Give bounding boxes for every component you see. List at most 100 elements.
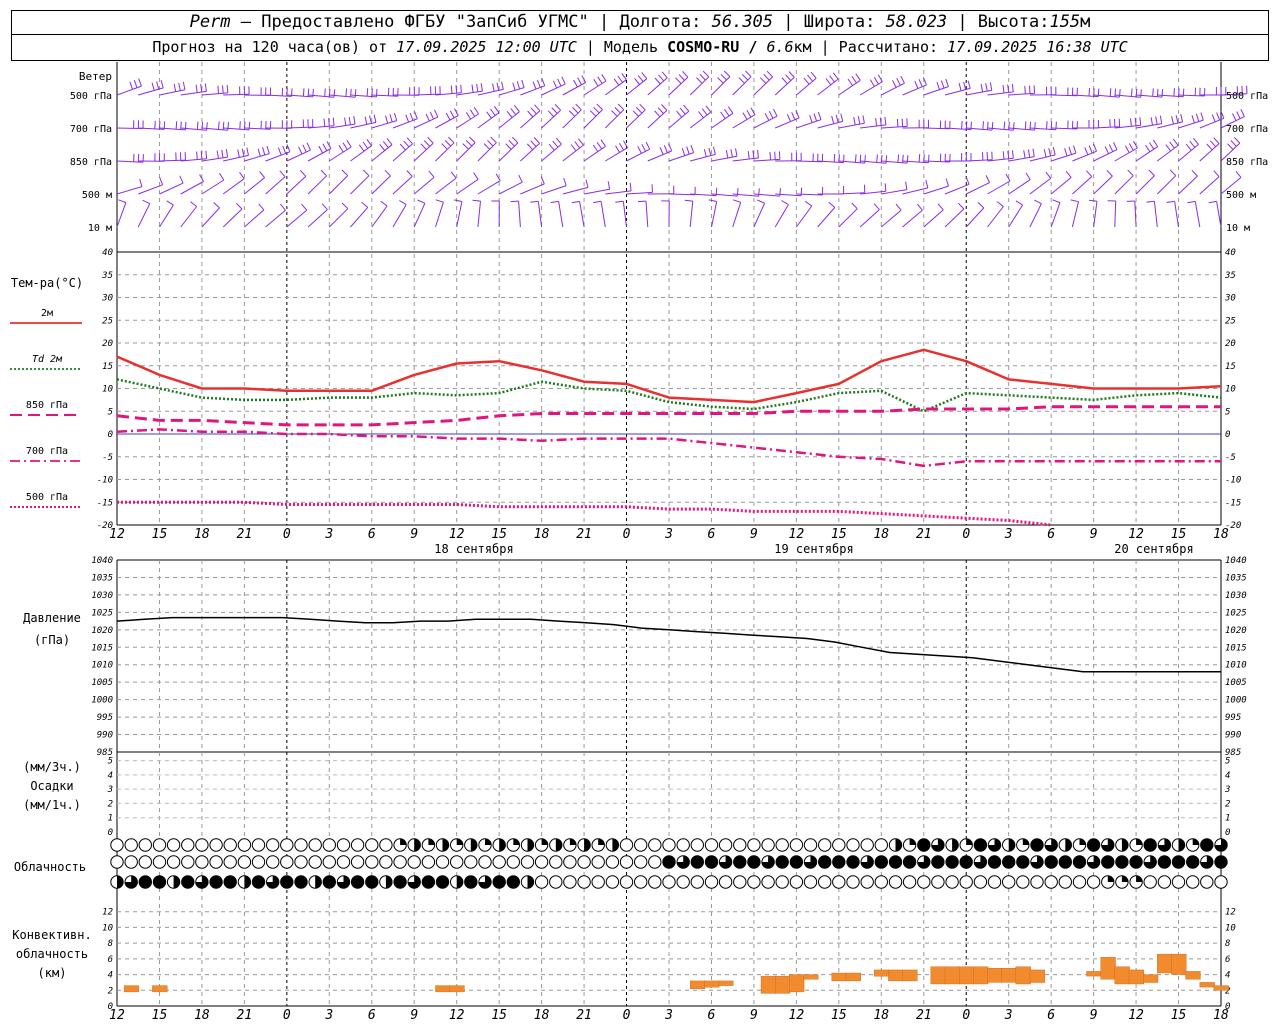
wind-feather-1-4.5-2: [196, 121, 199, 130]
cloud-circle-2-42: [704, 875, 719, 889]
wind-barb-4-57: [923, 209, 944, 228]
cloud-circle-1-15: [322, 855, 336, 869]
wind-barb-2-69: [1093, 149, 1118, 162]
cloud-fill-2-17: [351, 875, 364, 889]
wind-feather-0-51-0: [855, 73, 861, 81]
cloud-circle-0-52: [846, 838, 860, 852]
precip-ytick-r-1: 1: [1225, 814, 1230, 824]
wind-barb-3-63: [1008, 179, 1031, 195]
wind-feather-4-3-0: [166, 200, 174, 206]
wind-feather-3-66-0: [1065, 170, 1072, 178]
wind-barb-3-70.5: [1114, 175, 1134, 195]
wind-feather-4-36-0: [615, 200, 624, 203]
wind-barb-1-45: [753, 115, 778, 129]
cloud-fill-2-28: [507, 875, 520, 889]
meteogram: 1212151518182121003366991212151518182121…: [10, 62, 1268, 1023]
time-label-7-1: 9: [410, 1008, 418, 1023]
temp-ytick-r-40: 40: [1225, 248, 1236, 258]
cloud-circle-0-49: [803, 838, 818, 852]
wind-feather-3-16.5-0: [362, 169, 370, 177]
temp-ytick-r-10: 10: [1225, 385, 1236, 395]
cloud-circle-1-32: [563, 855, 577, 869]
cloud-circle-1-37: [634, 855, 648, 869]
cloud-circle-2-39: [662, 875, 676, 889]
wind-feather-2-18-1: [382, 141, 389, 148]
conv-bar-30: [1171, 953, 1187, 975]
wind-feather-1-31.5-2: [568, 110, 576, 117]
press-ytick-l-1020: 1020: [91, 626, 113, 636]
conv-ytick-l-2: 2: [108, 986, 113, 996]
wind-feather-3-30-0: [563, 177, 567, 186]
time-label-19-0: 21: [916, 527, 932, 542]
wind-feather-0-22.5-1: [455, 85, 458, 94]
wind-feather-1-51-0: [862, 115, 865, 124]
cloud-circle-1-26: [478, 855, 492, 869]
wind-feather-2-16.5-0: [366, 139, 373, 146]
press-ytick-r-1010: 1010: [1225, 661, 1247, 671]
cloud-circle-2-36: [619, 875, 634, 889]
time-label-4-0: 0: [283, 527, 291, 542]
conv-ytick-l-0: 0: [108, 1002, 113, 1012]
cloud-fill-2-0: [117, 875, 124, 889]
temp-ytick-r--15: -15: [1225, 498, 1241, 508]
wind-barb-3-30: [541, 185, 567, 195]
wind-barb-1-33: [583, 109, 603, 129]
date-label-1: 19 сентября: [774, 542, 853, 556]
wind-barb-1-31.5: [562, 109, 582, 129]
wind-feather-2-69-1: [1108, 144, 1114, 152]
wind-feather-0-22.5-0: [460, 84, 462, 93]
wind-feather-2-30-0: [555, 137, 562, 145]
temp-ytick-r-5: 5: [1225, 407, 1230, 417]
cloud-fill-1-48: [790, 855, 803, 869]
wind-feather-1-4.5-0: [206, 122, 208, 131]
cloud-fill-0-77: [1200, 838, 1214, 852]
wind-feather-0-37.5-1: [658, 74, 665, 82]
wind-feather-3-63-0: [1025, 172, 1031, 180]
wind-barb-4-6: [201, 207, 220, 228]
cloud-fill-2-29: [527, 875, 534, 889]
cloud-circle-0-11: [266, 838, 280, 852]
wind-feather-3-19.5-0: [406, 170, 413, 177]
wind-feather-2-75-0: [1193, 137, 1199, 145]
cloud-circle-1-17: [350, 855, 365, 869]
cloud-fill-2-25: [464, 875, 477, 889]
wind-feather-1-16.5-1: [369, 115, 372, 124]
wind-feather-3-72-0: [1148, 169, 1155, 176]
wind-feather-2-21-0: [427, 137, 434, 144]
cloud-fill-0-76: [1192, 838, 1199, 845]
wind-feather-2-7.5-2: [237, 149, 240, 158]
wind-feather-2-45-0: [778, 151, 781, 160]
cloud-circle-2-30: [534, 875, 549, 889]
cloud-circle-2-33: [577, 875, 591, 889]
wind-feather-0-34.5-0: [621, 73, 627, 80]
wind-feather-2-37.5-1: [663, 145, 668, 153]
wind-feather-0-48-1: [807, 74, 813, 82]
wind-feather-4-7.5-0: [236, 202, 243, 210]
wind-feather-0-43.5-0: [745, 70, 752, 78]
cloud-circle-2-32: [563, 875, 577, 889]
wind-feather-1-72-2: [1150, 117, 1153, 126]
wind-barb-3-76.5: [1199, 176, 1220, 195]
cloud-circle-2-41: [690, 875, 704, 889]
wind-feather-1-49.5-1: [835, 114, 839, 123]
wind-feather-1-45-0: [773, 108, 778, 117]
cloud-fill-0-29: [527, 838, 534, 852]
cloud-fill-1-44: [733, 855, 746, 869]
cloud-circle-0-14: [308, 838, 322, 852]
wind-feather-3-52.5-0: [884, 183, 887, 192]
wind-barb-3-4.5: [180, 181, 204, 195]
wind-feather-1-33-1: [593, 106, 600, 114]
temp-ytick-l-25: 25: [102, 316, 113, 326]
wind-feather-0-27-0: [521, 79, 525, 88]
time-label-1-1: 15: [152, 1008, 168, 1023]
wind-barb-2-24: [456, 142, 476, 162]
wind-feather-2-39-1: [686, 146, 690, 155]
cloud-fill-1-56: [903, 855, 916, 869]
wind-feather-1-58.5-2: [961, 120, 963, 130]
wind-feather-1-73.5-0: [1180, 113, 1184, 123]
wind-feather-1-39-2: [676, 110, 683, 118]
wind-feather-0-3-2: [173, 83, 177, 92]
wind-barb-4-33: [579, 201, 585, 228]
wind-feather-0-70.5-2: [1130, 88, 1133, 97]
wind-barb-4-4.5: [180, 206, 198, 228]
